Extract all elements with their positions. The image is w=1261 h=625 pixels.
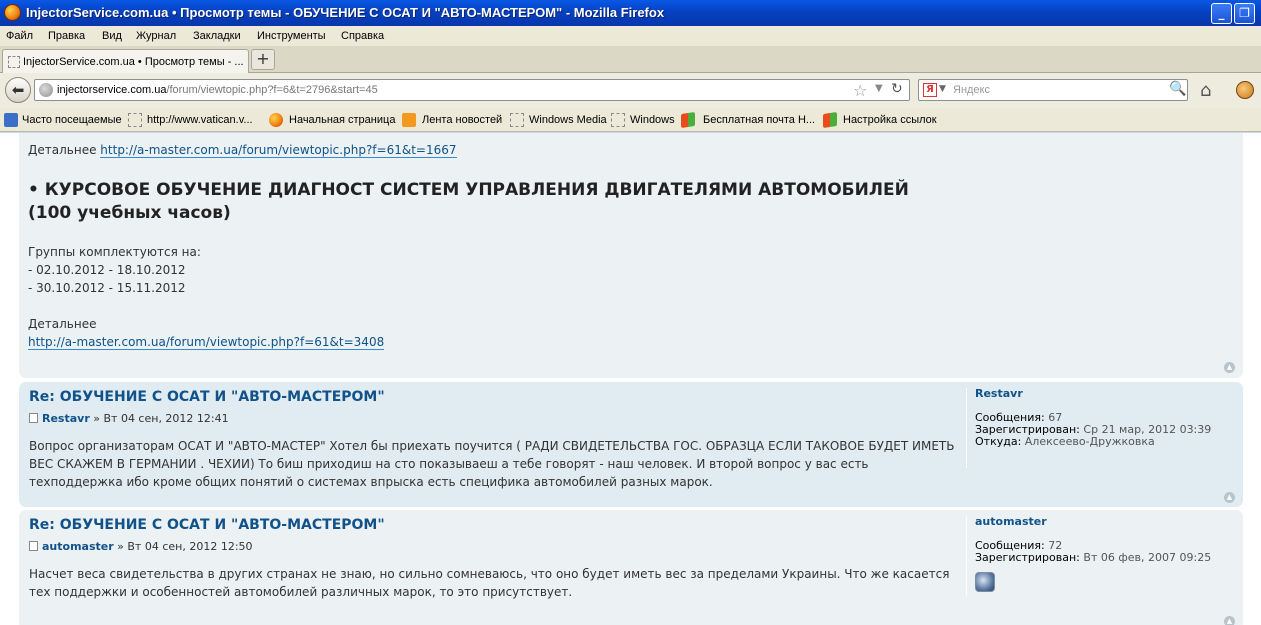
back-to-top-icon[interactable]: ▲	[1224, 492, 1235, 503]
post-title[interactable]: Re: ОБУЧЕНИЕ С ОСАТ И "АВТО-МАСТЕРОМ"	[29, 517, 385, 533]
navigation-bar: ⬅ injectorservice.com.ua/forum/viewtopic…	[0, 73, 1261, 108]
profile-from-label: Откуда:	[975, 435, 1022, 448]
site-identity-icon[interactable]	[39, 83, 53, 97]
firefox-logo-icon	[4, 4, 21, 21]
menu-tools[interactable]: Инструменты	[257, 30, 326, 42]
profile-from-value: Алексеево-Дружковка	[1024, 435, 1155, 448]
post-meta: automaster » Вт 04 сен, 2012 12:50	[29, 540, 253, 553]
page-content: Детальнее http://a-master.com.ua/forum/v…	[0, 133, 1261, 625]
menu-bookmarks[interactable]: Закладки	[193, 30, 241, 42]
course-heading-line1: • КУРСОВОЕ ОБУЧЕНИЕ ДИАГНОСТ СИСТЕМ УПРА…	[28, 180, 909, 200]
url-path: /forum/viewtopic.php?f=6&t=2796&start=45	[166, 84, 378, 96]
menu-file[interactable]: Файл	[6, 30, 33, 42]
post-meta: Restavr » Вт 04 сен, 2012 12:41	[29, 412, 229, 425]
back-to-top-icon[interactable]: ▲	[1224, 616, 1235, 625]
post-body: Вопрос организаторам ОСАТ И "АВТО-МАСТЕР…	[29, 439, 955, 489]
user-avatar[interactable]	[975, 572, 995, 592]
post-title[interactable]: Re: ОБУЧЕНИЕ С ОСАТ И "АВТО-МАСТЕРОМ"	[29, 389, 385, 405]
tab-label: InjectorService.com.ua • Просмотр темы -…	[23, 56, 244, 68]
windows-logo-icon	[681, 112, 695, 128]
menu-edit[interactable]: Правка	[48, 30, 85, 42]
forum-post: Детальнее http://a-master.com.ua/forum/v…	[19, 133, 1243, 378]
address-bar[interactable]: injectorservice.com.ua/forum/viewtopic.p…	[34, 79, 910, 101]
detail-label: Детальнее	[28, 317, 97, 331]
addon-icon[interactable]	[1236, 81, 1254, 99]
groups-label: Группы комплектуются на:	[28, 245, 201, 259]
bookmark-most-visited[interactable]: Часто посещаемые	[22, 114, 122, 126]
page-favicon-icon	[8, 56, 20, 68]
url-dropdown-icon[interactable]: ▼	[875, 83, 883, 94]
post-detail-block: Детальнее http://a-master.com.ua/forum/v…	[28, 315, 385, 351]
groups-list: Группы комплектуются на: - 02.10.2012 - …	[28, 243, 201, 297]
course-heading: • КУРСОВОЕ ОБУЧЕНИЕ ДИАГНОСТ СИСТЕМ УПРА…	[28, 179, 909, 225]
url-text: injectorservice.com.ua/forum/viewtopic.p…	[57, 84, 378, 96]
detail-link[interactable]: http://a-master.com.ua/forum/viewtopic.p…	[100, 143, 457, 158]
window-title: InjectorService.com.ua • Просмотр темы -…	[26, 5, 665, 20]
reload-icon[interactable]: ↻	[891, 81, 903, 97]
profile-name[interactable]: Restavr	[975, 388, 1211, 400]
bookmark-windows-media[interactable]: Windows Media	[529, 114, 607, 126]
search-engine-dropdown-icon[interactable]: ▼	[939, 84, 946, 94]
bookmark-vatican[interactable]: http://www.vatican.v...	[147, 114, 253, 126]
profile-registered-label: Зарегистрирован:	[975, 551, 1080, 564]
course-heading-line2: (100 учебных часов)	[28, 203, 231, 223]
forum-post: Re: ОБУЧЕНИЕ С ОСАТ И "АВТО-МАСТЕРОМ" au…	[19, 510, 1243, 625]
new-tab-button[interactable]: +	[251, 49, 275, 70]
menu-view[interactable]: Вид	[102, 30, 122, 42]
profile-name[interactable]: automaster	[975, 516, 1211, 528]
menu-bar: Файл Правка Вид Журнал Закладки Инструме…	[0, 26, 1261, 46]
url-host: injectorservice.com.ua	[57, 84, 167, 96]
author-profile: Restavr Сообщения: 67 Зарегистрирован: С…	[966, 388, 1211, 468]
bookmark-news-feed[interactable]: Лента новостей	[422, 114, 502, 126]
window-titlebar: InjectorService.com.ua • Просмотр темы -…	[0, 0, 1261, 26]
bookmark-windows[interactable]: Windows	[630, 114, 675, 126]
forum-post: Re: ОБУЧЕНИЕ С ОСАТ И "АВТО-МАСТЕРОМ" Re…	[19, 382, 1243, 507]
home-icon[interactable]: ⌂	[1200, 80, 1211, 101]
page-icon	[510, 113, 524, 127]
page-icon	[611, 113, 625, 127]
search-placeholder: Яндекс	[953, 84, 990, 96]
profile-from: Откуда: Алексеево-Дружковка	[975, 436, 1211, 448]
bookmark-start-page[interactable]: Начальная страница	[289, 114, 395, 126]
group-date: - 30.10.2012 - 15.11.2012	[28, 281, 186, 295]
detail-link[interactable]: http://a-master.com.ua/forum/viewtopic.p…	[28, 335, 385, 350]
search-bar[interactable]: Я ▼ Яндекс 🔍	[918, 79, 1188, 101]
menu-help[interactable]: Справка	[341, 30, 384, 42]
profile-registered-value: Вт 06 фев, 2007 09:25	[1083, 551, 1212, 564]
minimize-button[interactable]: _	[1211, 3, 1232, 24]
post-icon[interactable]	[29, 541, 38, 551]
yandex-engine-icon[interactable]: Я	[923, 83, 937, 97]
group-date: - 02.10.2012 - 18.10.2012	[28, 263, 186, 277]
firefox-icon	[269, 113, 283, 127]
tab-bar: InjectorService.com.ua • Просмотр темы -…	[0, 46, 1261, 73]
bookmarks-bar: Часто посещаемые http://www.vatican.v...…	[0, 108, 1261, 132]
profile-registered: Зарегистрирован: Вт 06 фев, 2007 09:25	[975, 552, 1211, 564]
most-visited-icon	[4, 113, 18, 127]
post-body: Насчет веса свидетельства в других стран…	[29, 567, 950, 599]
back-to-top-icon[interactable]: ▲	[1224, 362, 1235, 373]
bookmark-free-mail[interactable]: Бесплатная почта Н...	[703, 114, 815, 126]
rss-icon	[402, 113, 416, 127]
author-profile: automaster Сообщения: 72 Зарегистрирован…	[966, 516, 1211, 596]
post-icon[interactable]	[29, 413, 38, 423]
search-icon[interactable]: 🔍	[1169, 81, 1186, 97]
post-detail-line: Детальнее http://a-master.com.ua/forum/v…	[28, 143, 457, 158]
windows-logo-icon	[823, 112, 837, 128]
post-author[interactable]: Restavr	[42, 412, 90, 425]
menu-history[interactable]: Журнал	[136, 30, 176, 42]
page-icon	[128, 113, 142, 127]
tab-current[interactable]: InjectorService.com.ua • Просмотр темы -…	[2, 49, 249, 73]
maximize-button[interactable]: ❐	[1234, 3, 1255, 24]
post-author[interactable]: automaster	[42, 540, 114, 553]
bookmark-customize-links[interactable]: Настройка ссылок	[843, 114, 937, 126]
post-date: » Вт 04 сен, 2012 12:50	[117, 540, 253, 553]
bookmark-star-icon[interactable]: ☆	[853, 81, 867, 100]
back-button[interactable]: ⬅	[5, 77, 31, 103]
detail-label: Детальнее	[28, 143, 97, 157]
post-date: » Вт 04 сен, 2012 12:41	[93, 412, 229, 425]
